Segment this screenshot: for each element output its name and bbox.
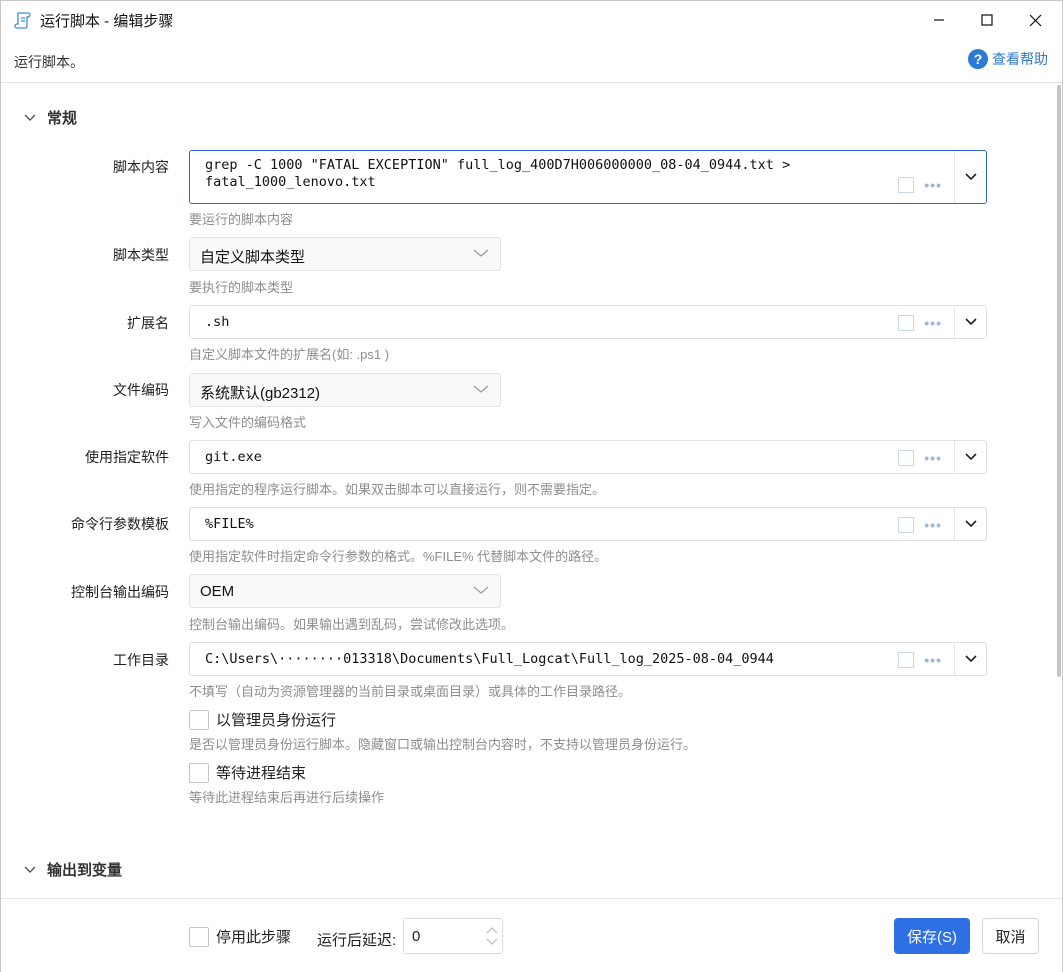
description-bar: 运行脚本。 ? 查看帮助 <box>1 39 1062 83</box>
extension-value: .sh <box>205 314 230 330</box>
help-link[interactable]: ? 查看帮助 <box>968 49 1048 69</box>
more-dots-icon[interactable]: ••• <box>924 652 942 668</box>
delay-label: 运行后延迟: <box>317 932 397 949</box>
script-type-value: 自定义脚本类型 <box>200 249 306 266</box>
cmd-template-input[interactable]: %FILE% ••• <box>189 507 987 541</box>
extension-dropdown[interactable] <box>954 306 986 338</box>
disable-step-label: 停用此步骤 <box>216 929 292 946</box>
chevron-down-icon <box>473 586 489 594</box>
workdir-hint: 不填写（自动为资源管理器的当前目录或桌面目录）或具体的工作目录路径。 <box>189 684 632 699</box>
disable-step-row[interactable]: 停用此步骤 <box>189 926 291 947</box>
chevron-down-icon <box>964 520 977 528</box>
spin-arrows-icon[interactable] <box>485 923 499 949</box>
chevron-down-icon <box>964 655 977 663</box>
script-content-dropdown[interactable] <box>954 151 986 203</box>
encoding-label: 文件编码 <box>113 382 169 398</box>
scrollbar-thumb[interactable] <box>1057 85 1061 677</box>
run-as-admin-checkbox[interactable] <box>189 709 209 730</box>
script-content-hint: 要运行的脚本内容 <box>189 212 294 227</box>
more-dots-icon[interactable]: ••• <box>924 517 942 533</box>
expand-icon[interactable] <box>898 450 915 466</box>
workdir-label: 工作目录 <box>113 652 169 668</box>
title-bar: 运行脚本 - 编辑步骤 <box>1 1 1062 39</box>
more-dots-icon[interactable]: ••• <box>924 315 942 331</box>
encoding-select[interactable]: 系统默认(gb2312) <box>189 373 501 407</box>
delay-value: 0 <box>412 928 421 945</box>
chevron-down-icon <box>473 385 489 393</box>
expand-icon[interactable] <box>898 517 915 533</box>
run-as-admin-label: 以管理员身份运行 <box>216 712 337 729</box>
workdir-dropdown[interactable] <box>954 643 986 675</box>
cmd-template-value: %FILE% <box>205 516 254 532</box>
save-button[interactable]: 保存(S) <box>894 918 970 954</box>
script-type-hint: 要执行的脚本类型 <box>189 280 294 295</box>
software-value: git.exe <box>205 449 262 465</box>
help-label: 查看帮助 <box>992 51 1048 67</box>
cmd-template-hint: 使用指定软件时指定命令行参数的格式。%FILE% 代替脚本文件的路径。 <box>189 549 608 564</box>
close-button[interactable] <box>1007 1 1063 39</box>
console-encoding-label: 控制台输出编码 <box>71 584 169 600</box>
cancel-button[interactable]: 取消 <box>982 918 1039 954</box>
run-as-admin-checkbox-row[interactable]: 以管理员身份运行 <box>189 709 336 730</box>
chevron-down-icon <box>473 249 489 257</box>
wait-exit-checkbox[interactable] <box>189 762 209 783</box>
wait-exit-hint: 等待此进程结束后再进行后续操作 <box>189 790 385 805</box>
script-content-line1: grep -C 1000 "FATAL EXCEPTION" full_log_… <box>205 157 791 173</box>
question-icon: ? <box>968 49 988 69</box>
section-output-title: 输出到变量 <box>47 862 123 879</box>
extension-input[interactable]: .sh ••• <box>189 305 987 339</box>
expand-icon[interactable] <box>898 652 915 668</box>
delay-spinbox[interactable]: 0 <box>403 918 503 954</box>
script-content-label: 脚本内容 <box>113 159 169 175</box>
expand-icon[interactable] <box>898 177 915 193</box>
chevron-down-icon <box>24 114 36 121</box>
script-content-input[interactable]: grep -C 1000 "FATAL EXCEPTION" full_log_… <box>189 150 987 204</box>
chevron-down-icon <box>24 866 36 873</box>
run-as-admin-hint: 是否以管理员身份运行脚本。隐藏窗口或输出控制台内容时，不支持以管理员身份运行。 <box>189 737 697 752</box>
encoding-value: 系统默认(gb2312) <box>200 385 321 402</box>
software-hint: 使用指定的程序运行脚本。如果双击脚本可以直接运行，则不需要指定。 <box>189 482 606 497</box>
section-general-header[interactable]: 常规 <box>23 107 77 128</box>
encoding-hint: 写入文件的编码格式 <box>189 415 307 430</box>
cmd-template-label: 命令行参数模板 <box>71 516 169 532</box>
window-title: 运行脚本 - 编辑步骤 <box>40 13 174 30</box>
software-label: 使用指定软件 <box>85 449 169 465</box>
extension-label: 扩展名 <box>127 315 169 331</box>
disable-step-checkbox[interactable] <box>189 926 209 947</box>
software-dropdown[interactable] <box>954 441 986 473</box>
software-input[interactable]: git.exe ••• <box>189 440 987 474</box>
console-encoding-hint: 控制台输出编码。如果输出遇到乱码，尝试修改此选项。 <box>189 617 515 632</box>
section-general-title: 常规 <box>47 110 78 127</box>
more-dots-icon[interactable]: ••• <box>924 450 942 466</box>
footer-bar: 停用此步骤 运行后延迟: 0 保存(S) 取消 <box>1 898 1062 972</box>
workdir-input[interactable]: C:\Users\········013318\Documents\Full_L… <box>189 642 987 676</box>
expand-icon[interactable] <box>898 315 915 331</box>
script-type-label: 脚本类型 <box>113 247 169 263</box>
chevron-down-icon <box>964 318 977 326</box>
chevron-down-icon <box>964 173 977 181</box>
step-description: 运行脚本。 <box>14 54 84 70</box>
console-encoding-value: OEM <box>200 583 235 600</box>
more-dots-icon[interactable]: ••• <box>924 177 942 193</box>
console-encoding-select[interactable]: OEM <box>189 574 501 608</box>
wait-exit-checkbox-row[interactable]: 等待进程结束 <box>189 762 306 783</box>
cmd-template-dropdown[interactable] <box>954 508 986 540</box>
script-content-line2: fatal_1000_lenovo.txt <box>205 174 376 190</box>
chevron-down-icon <box>964 453 977 461</box>
script-type-select[interactable]: 自定义脚本类型 <box>189 237 501 271</box>
section-output-header[interactable]: 输出到变量 <box>23 859 122 880</box>
edit-step-window: 运行脚本 - 编辑步骤 运行脚本。 ? 查看帮助 常规 脚本内容 grep -C… <box>0 0 1063 972</box>
script-scroll-icon <box>13 10 33 30</box>
extension-hint: 自定义脚本文件的扩展名(如: .ps1 ) <box>189 347 390 362</box>
workdir-value: C:\Users\········013318\Documents\Full_L… <box>205 651 774 667</box>
wait-exit-label: 等待进程结束 <box>216 765 307 782</box>
